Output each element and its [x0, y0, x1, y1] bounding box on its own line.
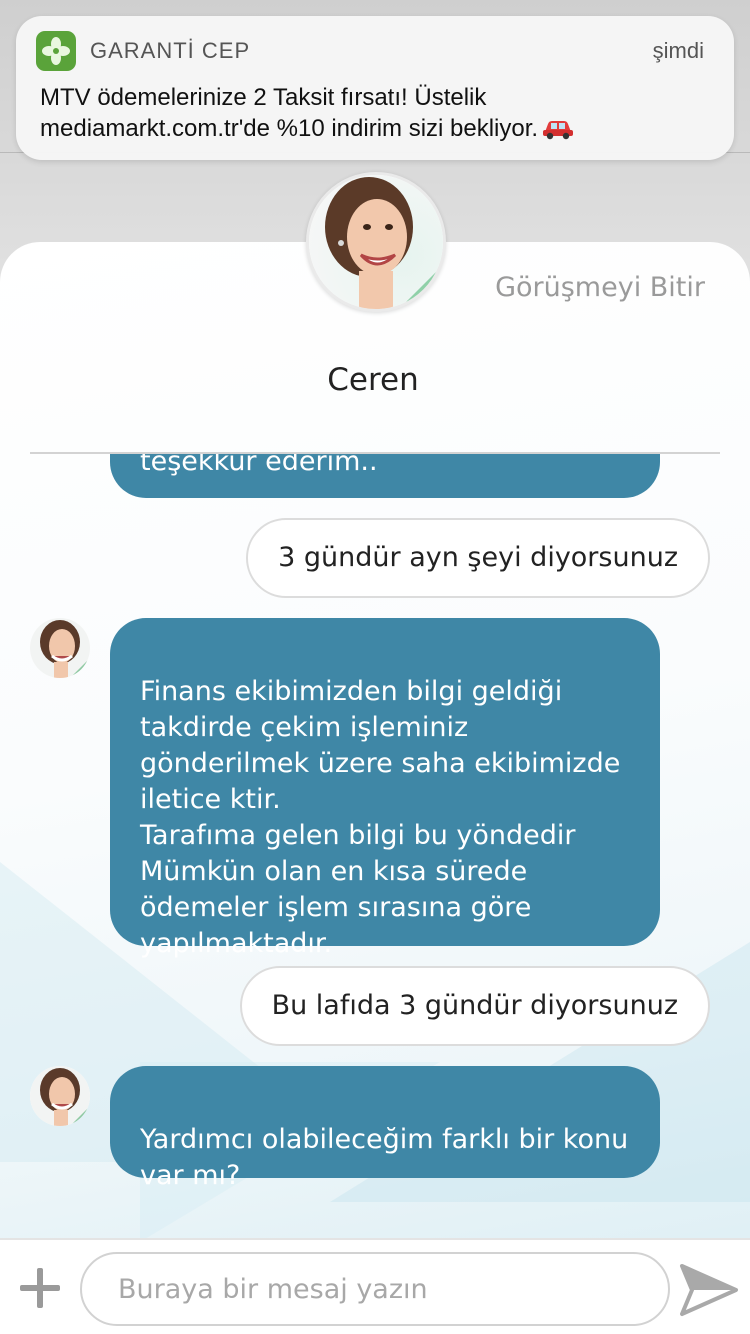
agent-name: Ceren: [327, 362, 419, 398]
agent-message: teşekkür ederim..: [110, 454, 660, 498]
agent-message: Finans ekibimizden bilgi geldiği takdird…: [110, 618, 660, 959]
notification-line: MTV ödemelerinize 2 Taksit fırsatı! Üste…: [40, 84, 487, 111]
user-message: 3 gündür ayn şeyi diyorsunuz: [246, 518, 710, 598]
message-input[interactable]: [80, 1252, 670, 1326]
notification-app-name: GARANTİ CEP: [90, 38, 251, 63]
message-text: 3 gündür ayn şeyi diyorsunuz: [278, 542, 678, 573]
plus-icon: [20, 1268, 60, 1308]
car-icon: [542, 117, 574, 148]
agent-avatar: [30, 1066, 90, 1126]
clover-icon: [36, 31, 76, 71]
agent-message: Yardımcı olabileceğim farklı bir konu va…: [110, 1066, 660, 1191]
notification-line: mediamarkt.com.tr'de %10 indirim sizi be…: [40, 115, 539, 142]
push-notification[interactable]: GARANTİ CEP şimdi MTV ödemelerinize 2 Ta…: [16, 16, 734, 160]
message-text: Bu lafıda 3 gündür diyorsunuz: [271, 990, 678, 1021]
agent-avatar: [30, 618, 90, 678]
end-chat-button[interactable]: Görüşmeyi Bitir: [495, 272, 705, 303]
add-attachment-button[interactable]: [18, 1266, 62, 1310]
message-text: teşekkür ederim..: [140, 454, 378, 477]
message-list[interactable]: teşekkür ederim.. 3 gündür ayn şeyi diyo…: [0, 454, 750, 1238]
agent-profile-photo: [306, 172, 446, 312]
notification-body: MTV ödemelerinize 2 Taksit fırsatı! Üste…: [40, 82, 710, 148]
notification-time: şimdi: [652, 38, 704, 63]
message-text: Finans ekibimizden bilgi geldiği takdird…: [140, 676, 621, 959]
send-icon: [680, 1264, 738, 1316]
send-button[interactable]: [678, 1260, 740, 1320]
message-text: Yardımcı olabileceğim farklı bir konu va…: [140, 1124, 629, 1191]
message-composer: [0, 1238, 750, 1334]
user-message: Bu lafıda 3 gündür diyorsunuz: [239, 966, 710, 1046]
